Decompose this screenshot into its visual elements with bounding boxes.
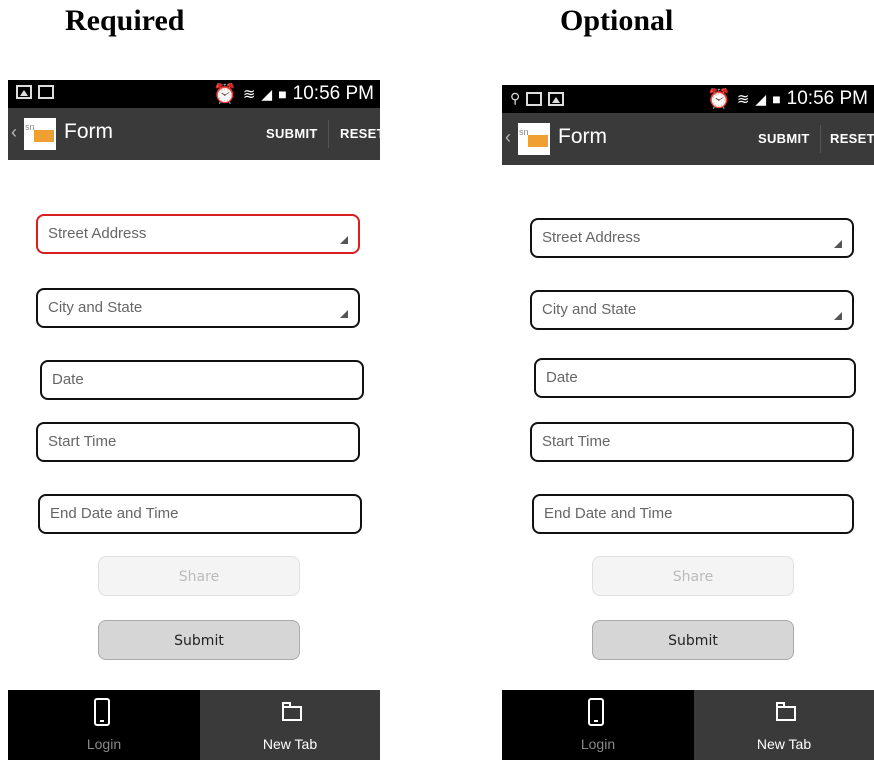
phone-icon [94,698,110,726]
start-time-field[interactable]: Start Time [36,422,360,462]
share-button[interactable]: Share [592,556,794,596]
share-button[interactable]: Share [98,556,300,596]
status-bar: ⏰ ≋ ◢ ■ 10:56 PM [8,80,380,108]
end-date-time-field[interactable]: End Date and Time [38,494,362,534]
tab-new-tab[interactable]: New Tab [694,690,874,760]
city-state-field[interactable]: City and State [36,288,360,328]
reset-action[interactable]: RESET [340,126,380,141]
alarm-icon: ⏰ [213,84,237,105]
tab-bar: Login New Tab [502,690,874,760]
start-time-field[interactable]: Start Time [530,422,854,462]
alarm-icon: ⏰ [707,89,731,110]
back-icon[interactable]: ‹ [505,127,511,148]
app-title: Form [64,120,113,143]
date-field[interactable]: Date [534,358,856,398]
tab-bar: Login New Tab [8,690,380,760]
tab-login[interactable]: Login [8,690,200,760]
street-address-field[interactable]: Street Address [36,214,360,254]
app-logo: sn [24,118,56,150]
phone-required: ⏰ ≋ ◢ ■ 10:56 PM ‹ sn Form SUBMIT RESET … [8,0,380,760]
signal-icon: ◢ [261,85,273,102]
dropdown-icon [340,236,348,244]
folder-icon [282,702,302,721]
status-time: 10:56 PM [786,88,868,109]
tab-login[interactable]: Login [502,690,694,760]
back-icon[interactable]: ‹ [11,122,17,143]
folder-icon [776,702,796,721]
submit-action[interactable]: SUBMIT [758,131,810,146]
tab-new-tab[interactable]: New Tab [200,690,380,760]
phone-optional: ⚲ ⏰ ≋ ◢ ■ 10:56 PM ‹ sn Form SUBMIT RESE… [502,0,874,760]
action-bar: ‹ sn Form SUBMIT RESET [502,113,874,165]
submit-action[interactable]: SUBMIT [266,126,318,141]
city-state-field[interactable]: City and State [530,290,854,330]
signal-icon: ◢ [755,90,767,107]
dropdown-icon [834,312,842,320]
message-icon [526,91,543,106]
date-field[interactable]: Date [40,360,364,400]
dropdown-icon [834,240,842,248]
app-logo: sn [518,123,550,155]
wifi-icon: ≋ [242,86,256,103]
image-icon [16,85,32,99]
action-bar: ‹ sn Form SUBMIT RESET [8,108,380,160]
dropdown-icon [340,310,348,318]
submit-button[interactable]: Submit [592,620,794,660]
status-time: 10:56 PM [292,83,374,104]
wifi-icon: ≋ [736,91,750,108]
phone-icon [588,698,604,726]
street-address-field[interactable]: Street Address [530,218,854,258]
app-title: Form [558,125,607,148]
end-date-time-field[interactable]: End Date and Time [532,494,854,534]
submit-button[interactable]: Submit [98,620,300,660]
location-icon: ⚲ [510,90,521,106]
reset-action[interactable]: RESET [830,131,874,146]
battery-icon: ■ [278,86,287,102]
message-icon [38,85,54,99]
battery-icon: ■ [772,91,781,107]
status-bar: ⚲ ⏰ ≋ ◢ ■ 10:56 PM [502,85,874,113]
image-icon [548,91,565,106]
